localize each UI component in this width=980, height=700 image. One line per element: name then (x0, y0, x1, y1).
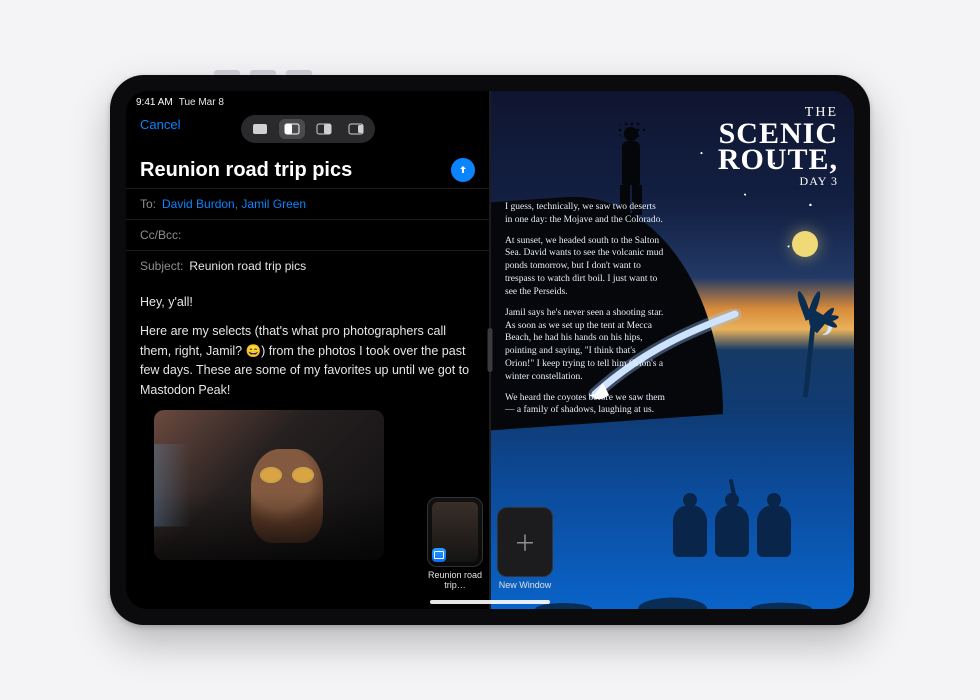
subject-label: Subject: (140, 259, 183, 273)
compose-title: Reunion road trip pics (140, 159, 352, 182)
layout-split-left-button[interactable] (279, 119, 305, 139)
shelf-new-window-card[interactable]: ＋ New Window (497, 507, 553, 591)
to-field[interactable]: To: David Burdon, Jamil Green (126, 188, 489, 219)
layout-fullscreen-button[interactable] (247, 119, 273, 139)
layout-split-right-button[interactable] (311, 119, 337, 139)
ipad-device-frame: 9:41 AM Tue Mar 8 Cancel Reunion road tr… (110, 75, 870, 625)
shelf-new-window-thumb[interactable]: ＋ (497, 507, 553, 577)
palm-tree (779, 288, 839, 408)
ccbcc-label: Cc/Bcc: (140, 228, 181, 242)
subject-field[interactable]: Subject: Reunion road trip pics (126, 250, 489, 281)
to-recipients: David Burdon, Jamil Green (162, 197, 306, 211)
journal-handwriting: I guess, technically, we saw two deserts… (505, 201, 665, 425)
app-shelf[interactable]: Reunion road trip… ＋ New Window (427, 497, 553, 591)
shelf-window-thumb[interactable] (427, 497, 483, 567)
mail-app-icon (432, 548, 446, 562)
send-button[interactable] (451, 158, 475, 182)
cancel-button[interactable]: Cancel (140, 117, 180, 132)
photo-attachment[interactable] (154, 410, 384, 560)
splitview-handle[interactable] (488, 328, 493, 372)
ccbcc-field[interactable]: Cc/Bcc: (126, 219, 489, 250)
status-time: 9:41 AM (136, 97, 173, 108)
journal-title: THE SCENIC ROUTE, DAY 3 (718, 105, 838, 189)
layout-slideover-button[interactable] (343, 119, 369, 139)
subject-value: Reunion road trip pics (189, 259, 306, 273)
moon-icon (792, 231, 818, 257)
shelf-window-label: Reunion road trip… (427, 571, 483, 591)
screen: 9:41 AM Tue Mar 8 Cancel Reunion road tr… (126, 91, 854, 609)
home-indicator[interactable] (430, 600, 550, 604)
body-greeting: Hey, y'all! (140, 293, 475, 312)
arrow-up-icon (457, 164, 469, 176)
status-date: Tue Mar 8 (179, 97, 224, 108)
multitasking-control[interactable] (241, 115, 375, 143)
seated-figures (673, 487, 803, 557)
shelf-new-window-label: New Window (499, 581, 552, 591)
plus-icon: ＋ (514, 526, 536, 558)
body-main: Here are my selects (that's what pro pho… (140, 322, 475, 400)
shelf-window-card[interactable]: Reunion road trip… (427, 497, 483, 591)
status-bar: 9:41 AM Tue Mar 8 (126, 91, 489, 113)
to-label: To: (140, 197, 156, 211)
